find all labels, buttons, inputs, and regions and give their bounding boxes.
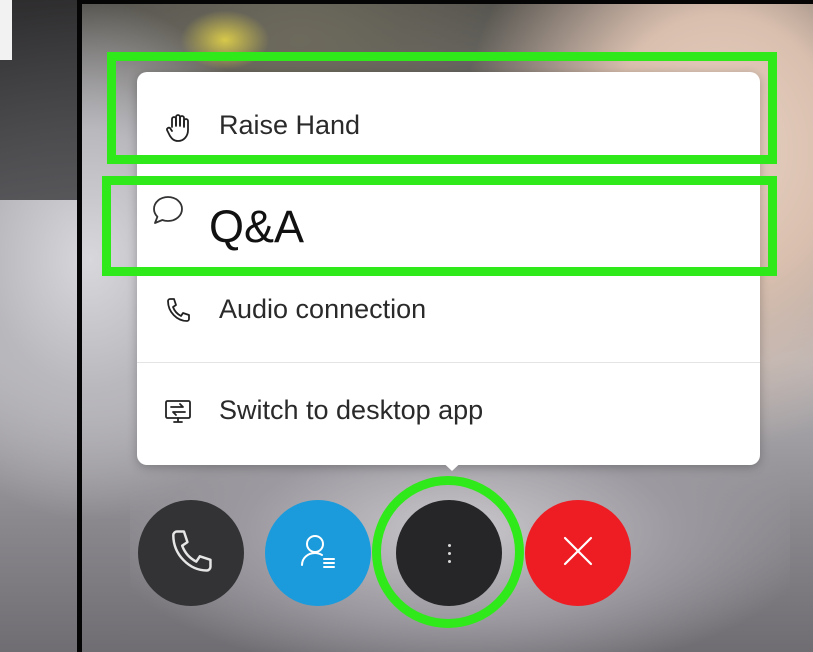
close-icon bbox=[561, 534, 595, 573]
desktop-switch-icon bbox=[163, 397, 193, 427]
highlight-raise-hand bbox=[107, 52, 777, 164]
frame-edge bbox=[0, 0, 12, 60]
audio-button[interactable] bbox=[138, 500, 244, 606]
menu-item-audio-connection[interactable]: Audio connection bbox=[137, 272, 760, 362]
menu-item-label: Audio connection bbox=[219, 294, 427, 324]
participants-button[interactable] bbox=[265, 500, 371, 606]
phone-icon bbox=[169, 528, 213, 579]
video-background-shadow bbox=[0, 0, 80, 200]
frame-border-top bbox=[77, 0, 813, 4]
leave-meeting-button[interactable] bbox=[525, 500, 631, 606]
phone-icon bbox=[165, 296, 191, 324]
frame-border-left bbox=[77, 0, 82, 652]
menu-item-label: Switch to desktop app bbox=[219, 395, 484, 425]
highlight-more-options bbox=[372, 476, 524, 628]
participants-icon bbox=[298, 531, 338, 576]
highlight-qa bbox=[102, 176, 777, 276]
menu-pointer bbox=[435, 455, 469, 471]
menu-item-switch-desktop-app[interactable]: Switch to desktop app bbox=[137, 362, 760, 462]
